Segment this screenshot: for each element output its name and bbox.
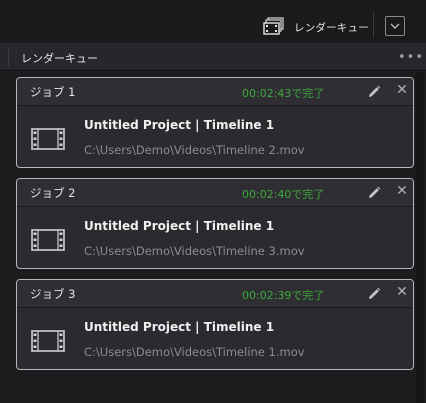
job-output-path: C:\Users\Demo\Videos\Timeline 2.mov [84,143,305,157]
edit-icon[interactable] [366,84,382,100]
job-card[interactable]: ジョブ 2 00:02:40で完了 ✕ Untitled Project | T… [16,178,414,269]
job-card[interactable]: ジョブ 1 00:02:43で完了 ✕ Untitled Project | T… [16,77,414,168]
panel-toggle-button[interactable] [385,16,405,36]
job-list: ジョブ 1 00:02:43で完了 ✕ Untitled Project | T… [0,72,426,403]
job-name: ジョブ 3 [30,287,76,301]
job-status: 00:02:40で完了 [242,188,325,201]
job-project: Untitled Project | Timeline 1 [84,320,275,334]
job-output-path: C:\Users\Demo\Videos\Timeline 3.mov [84,244,305,258]
job-name: ジョブ 1 [30,85,76,99]
edit-icon[interactable] [366,286,382,302]
job-output-path: C:\Users\Demo\Videos\Timeline 1.mov [84,345,305,359]
job-list-scrollbar[interactable] [416,72,424,403]
more-options-icon[interactable]: ••• [398,50,424,65]
job-name: ジョブ 2 [30,186,76,200]
job-header: ジョブ 2 00:02:40で完了 ✕ [17,179,413,207]
job-body: Untitled Project | Timeline 1 C:\Users\D… [17,208,413,268]
render-queue-button[interactable]: レンダーキュー [262,14,369,40]
top-toolbar: レンダーキュー [0,0,426,44]
job-status: 00:02:39で完了 [242,289,325,302]
edit-icon[interactable] [366,185,382,201]
film-icon [31,229,65,251]
render-queue-label: レンダーキュー [294,21,369,34]
job-header: ジョブ 3 00:02:39で完了 ✕ [17,280,413,308]
film-icon [31,128,65,150]
close-icon[interactable]: ✕ [395,284,409,300]
job-status: 00:02:43で完了 [242,87,325,100]
chevron-down-icon [390,23,400,29]
render-queue-icon [263,17,284,35]
film-icon [31,330,65,352]
close-icon[interactable]: ✕ [395,82,409,98]
panel-header: レンダーキュー ••• [0,44,426,71]
panel-divider [8,49,9,66]
job-header: ジョブ 1 00:02:43で完了 ✕ [17,78,413,106]
job-card[interactable]: ジョブ 3 00:02:39で完了 ✕ Untitled Project | T… [16,279,414,370]
job-project: Untitled Project | Timeline 1 [84,118,275,132]
job-project: Untitled Project | Timeline 1 [84,219,275,233]
job-body: Untitled Project | Timeline 1 C:\Users\D… [17,107,413,167]
close-icon[interactable]: ✕ [395,183,409,199]
job-body: Untitled Project | Timeline 1 C:\Users\D… [17,309,413,369]
panel-title: レンダーキュー [21,52,98,65]
toolbar-divider [373,12,374,38]
